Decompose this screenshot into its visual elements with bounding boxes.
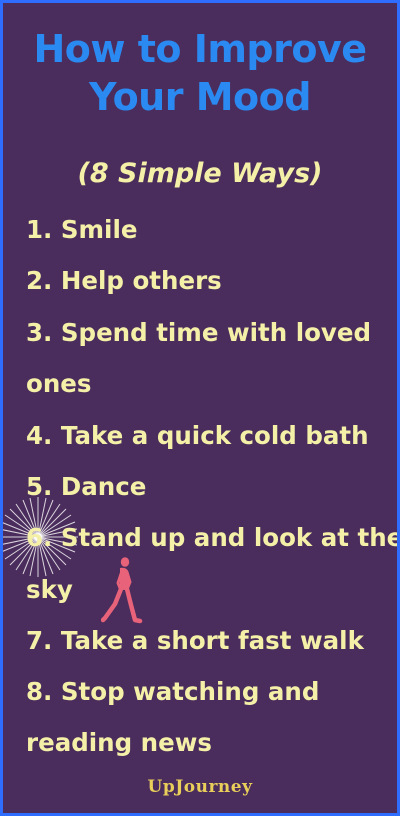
brand-logo: UpJourney [147, 777, 253, 797]
list-item: reading news [26, 728, 212, 757]
list-item: 6. Stand up and look at the [26, 523, 400, 552]
list-item: 4. Take a quick cold bath [26, 421, 369, 450]
title-line: Your Mood [89, 75, 311, 119]
list-item: 1. Smile [26, 215, 138, 244]
page-title: How to Improve Your Mood [3, 25, 397, 121]
list-item: 2. Help others [26, 266, 222, 295]
subtitle: (8 Simple Ways) [77, 158, 323, 189]
infographic: How to Improve Your Mood (8 Simple Ways)… [0, 0, 400, 816]
list-item: 8. Stop watching and [26, 677, 320, 706]
list-item: 5. Dance [26, 472, 147, 501]
list-item: 7. Take a short fast walk [26, 626, 364, 655]
walking-person-icon [101, 557, 143, 624]
list-item: 3. Spend time with loved [26, 318, 372, 347]
list-item: sky [26, 575, 73, 604]
list-item: ones [26, 369, 92, 398]
title-line: How to Improve [33, 27, 367, 71]
